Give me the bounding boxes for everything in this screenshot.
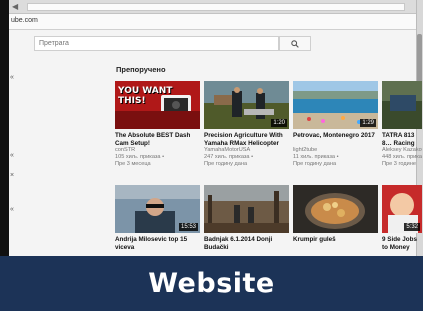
video-views: 11 хиљ. приказа • xyxy=(293,154,339,160)
video-title[interactable]: Precision Agriculture With Yamaha RMax H… xyxy=(204,132,289,147)
video-card[interactable]: 1:20 Precision Agriculture With Yamaha R… xyxy=(204,81,289,168)
video-channel[interactable]: Aleksey Kazakov xyxy=(382,147,422,154)
address-bar[interactable]: ube.com xyxy=(9,14,416,30)
video-duration: 5:32 xyxy=(404,223,420,231)
video-title[interactable]: TATRA 813 8… Racing 2015 Co… xyxy=(382,132,422,147)
video-channel[interactable]: conSTR xyxy=(115,147,200,154)
video-views: 105 хиљ. приказа • xyxy=(115,154,165,160)
video-title[interactable]: 9 Side Jobs to Money From H… xyxy=(382,236,422,251)
video-thumbnail[interactable]: 1:20 xyxy=(204,81,289,129)
website-banner: Website xyxy=(0,256,423,311)
video-thumbnail[interactable]: YOU WANT THIS! xyxy=(115,81,200,129)
video-thumbnail[interactable]: 15:53 xyxy=(115,185,200,233)
video-thumbnail[interactable] xyxy=(293,185,378,233)
video-channel[interactable]: light2tube xyxy=(293,147,378,154)
video-card[interactable]: YOU WANT THIS! The Absolute BEST Dash Ca… xyxy=(115,81,200,168)
tab-strip: ◀ xyxy=(9,0,416,14)
video-thumbnail[interactable] xyxy=(382,81,422,129)
banner-text: Website xyxy=(148,268,275,299)
video-title[interactable]: Andrija Milosevic top 15 viceva xyxy=(115,236,200,251)
search-button[interactable] xyxy=(279,36,311,51)
video-duration: 15:53 xyxy=(178,223,198,231)
video-duration: 1:20 xyxy=(271,119,287,127)
video-title[interactable]: The Absolute BEST Dash Cam Setup! xyxy=(115,132,200,147)
tab-strip-field xyxy=(27,3,405,11)
thumbnail-art xyxy=(293,185,378,233)
side-mark: « xyxy=(10,152,14,159)
video-card[interactable]: 5:32 9 Side Jobs to Money From H… xyxy=(382,185,422,251)
back-arrow-icon[interactable]: ◀ xyxy=(12,2,18,11)
thumbnail-caption: YOU WANT THIS! xyxy=(118,86,173,106)
video-views: 448 хиљ. приказа • xyxy=(382,154,422,160)
video-card[interactable]: 15:53 Andrija Milosevic top 15 viceva xyxy=(115,185,200,251)
video-age: Пре 3 године xyxy=(382,161,416,167)
side-mark: « xyxy=(10,206,14,213)
side-mark: « xyxy=(10,74,14,81)
video-title[interactable]: Krumpir guleš xyxy=(293,236,378,251)
side-mark: × xyxy=(10,172,15,179)
video-views: 247 хиљ. приказа • xyxy=(204,154,254,160)
video-channel[interactable]: YamahaMotorUSA xyxy=(204,147,289,154)
thumbnail-art xyxy=(204,185,289,233)
video-thumbnail[interactable] xyxy=(204,185,289,233)
video-thumbnail[interactable]: 5:32 xyxy=(382,185,422,233)
video-card[interactable]: Krumpir guleš xyxy=(293,185,378,251)
video-thumbnail[interactable]: 1:29 xyxy=(293,81,378,129)
video-title[interactable]: Badnjak 6.1.2014 Donji Budački xyxy=(204,236,289,251)
section-title: Препоручено xyxy=(116,65,166,74)
address-text[interactable]: ube.com xyxy=(11,17,38,24)
thumbnail-art xyxy=(382,81,422,129)
video-age: Пре годину дана xyxy=(293,161,337,167)
video-card[interactable]: TATRA 813 8… Racing 2015 Co… Aleksey Kaz… xyxy=(382,81,422,168)
video-card[interactable]: Badnjak 6.1.2014 Donji Budački xyxy=(204,185,289,251)
search-input[interactable] xyxy=(34,36,279,51)
video-title[interactable]: Petrovac, Montenegro 2017 xyxy=(293,132,378,147)
browser-frame: ◀ ube.com « « × « Препоручено xyxy=(0,0,423,311)
side-marks: « « × « xyxy=(9,30,18,256)
search-bar xyxy=(34,36,311,51)
video-card[interactable]: 1:29 Petrovac, Montenegro 2017 light2tub… xyxy=(293,81,378,168)
video-age: Пре 3 месеца xyxy=(115,161,151,167)
video-age: Пре годину дана xyxy=(204,161,248,167)
search-icon xyxy=(291,39,299,48)
video-duration: 1:29 xyxy=(360,119,376,127)
